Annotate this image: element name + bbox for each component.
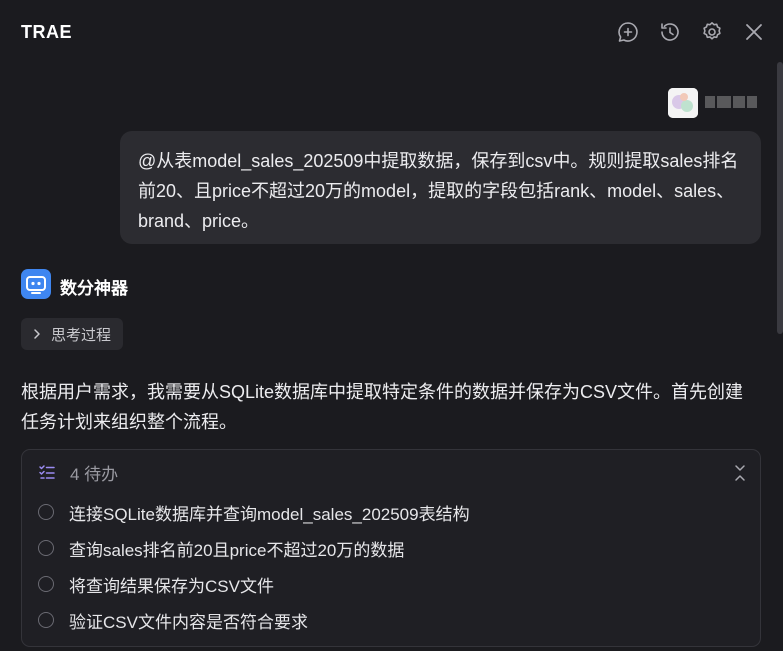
todo-item: 将查询结果保存为CSV文件	[38, 570, 274, 598]
todo-checkbox[interactable]	[38, 576, 54, 592]
user-avatar	[668, 88, 698, 118]
scrollbar[interactable]	[777, 62, 783, 334]
assistant-avatar	[21, 269, 51, 299]
todo-item-label: 连接SQLite数据库并查询model_sales_202509表结构	[69, 504, 470, 524]
todo-checkbox[interactable]	[38, 504, 54, 520]
chevron-right-icon	[34, 329, 40, 339]
thinking-label: 思考过程	[51, 326, 112, 344]
todo-card: 4 待办 连接SQLite数据库并查询model_sales_202509表结构…	[21, 449, 761, 647]
todo-checkbox[interactable]	[38, 540, 54, 556]
todo-item-label: 查询sales排名前20且price不超过20万的数据	[69, 540, 405, 560]
todo-item-label: 将查询结果保存为CSV文件	[69, 576, 274, 596]
panel-header: TRAE	[0, 0, 783, 66]
todo-item: 连接SQLite数据库并查询model_sales_202509表结构	[38, 498, 470, 526]
user-message-bubble: @从表model_sales_202509中提取数据，保存到csv中。规则提取s…	[120, 131, 761, 244]
assistant-reply: 根据用户需求，我需要从SQLite数据库中提取特定条件的数据并保存为CSV文件。…	[21, 382, 744, 432]
todo-item: 查询sales排名前20且price不超过20万的数据	[38, 534, 404, 562]
user-name-blurred	[705, 95, 757, 109]
todo-header: 4 待办	[38, 460, 118, 484]
close-icon[interactable]	[742, 20, 766, 44]
todo-checkbox[interactable]	[38, 612, 54, 628]
history-icon[interactable]	[658, 20, 682, 44]
todo-count: 4 待办	[70, 464, 119, 484]
todo-item-label: 验证CSV文件内容是否符合要求	[69, 612, 308, 632]
todo-item: 验证CSV文件内容是否符合要求	[38, 606, 308, 634]
app-title: TRAE	[21, 22, 72, 42]
settings-icon[interactable]	[700, 20, 724, 44]
assistant-name: 数分神器	[60, 279, 128, 298]
thinking-process-toggle[interactable]: 思考过程	[21, 318, 124, 350]
checklist-icon	[39, 465, 55, 479]
collapse-icon[interactable]	[732, 464, 748, 482]
new-chat-icon[interactable]	[616, 20, 640, 44]
